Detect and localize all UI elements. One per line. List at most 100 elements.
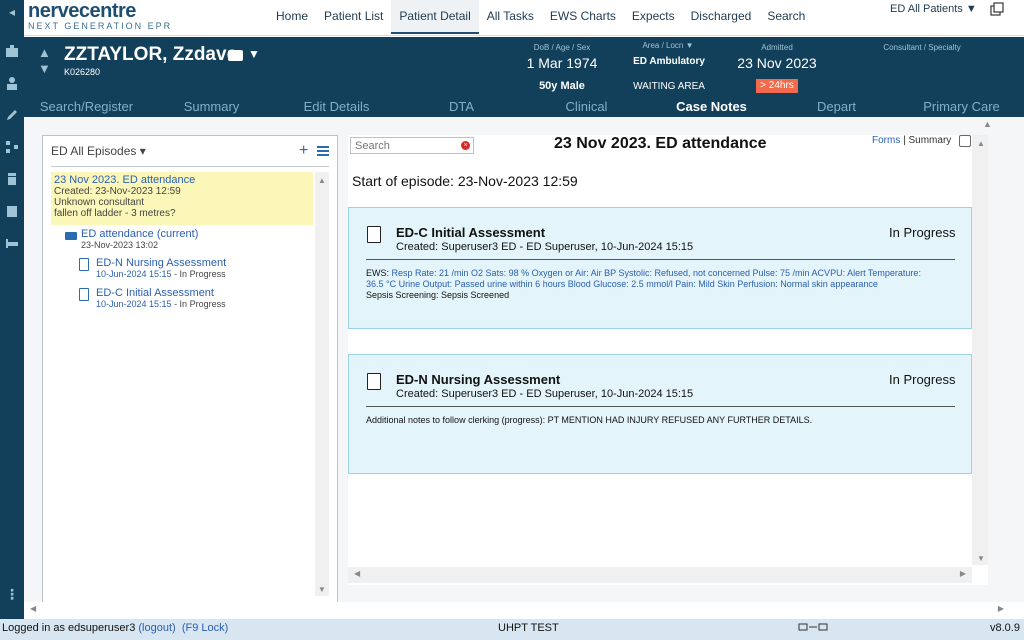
episodes-divider <box>51 166 329 167</box>
app-logo: nervecentre NEXT GENERATION EPR <box>28 0 173 31</box>
episode-created: Created: 23-Nov-2023 12:59 <box>54 186 181 197</box>
card-body: Additional notes to follow clerking (pro… <box>366 415 813 425</box>
clinician-icon[interactable] <box>4 76 20 92</box>
clear-search-icon[interactable]: × <box>461 141 470 150</box>
patient-menu-chevron-icon[interactable]: ▼ <box>248 47 260 61</box>
summary-link[interactable]: Summary <box>909 135 952 146</box>
logout-link[interactable]: (logout) <box>138 622 175 634</box>
area-value: ED Ambulatory <box>633 56 705 67</box>
scroll-right-icon[interactable]: ▶ <box>960 569 966 578</box>
environment-label: UHPT TEST <box>498 622 559 634</box>
print-icon[interactable] <box>959 135 971 147</box>
attendance-item[interactable]: ED attendance (current) 23-Nov-2023 13:0… <box>81 228 198 250</box>
status-bar: Logged in as edsuperuser3 (logout) (F9 L… <box>0 619 1024 640</box>
tab-dta[interactable]: DTA <box>399 97 524 117</box>
ambulance-icon <box>65 232 77 240</box>
nav-patient-detail[interactable]: Patient Detail <box>391 0 479 34</box>
notes-search-input[interactable] <box>350 137 474 154</box>
ward-icon[interactable] <box>4 44 20 60</box>
scroll-right-icon[interactable]: ▶ <box>998 604 1004 613</box>
dob-value: 1 Mar 1974 <box>526 55 598 71</box>
popout-window-icon[interactable] <box>990 2 1004 16</box>
bed-icon[interactable] <box>4 236 20 252</box>
consultant-label: Consultant / Specialty <box>883 43 961 52</box>
tab-summary[interactable]: Summary <box>149 97 274 117</box>
clipboard-icon[interactable] <box>4 204 20 220</box>
page-horizontal-scrollbar[interactable]: ◀ ▶ <box>24 602 1024 618</box>
nav-all-tasks[interactable]: All Tasks <box>479 0 542 34</box>
nav-expects[interactable]: Expects <box>624 0 683 34</box>
note-card-nursing-assessment[interactable]: ED-N Nursing Assessment Created: Superus… <box>348 354 972 474</box>
lock-link[interactable]: (F9 Lock) <box>182 622 228 634</box>
location-value: WAITING AREA <box>633 81 705 92</box>
add-episode-icon[interactable]: + <box>299 143 308 159</box>
previous-patient-icon[interactable]: ▲ <box>38 45 52 61</box>
card-divider <box>366 406 955 407</box>
document-icon <box>79 258 89 271</box>
hamburger-menu-icon[interactable] <box>317 146 329 157</box>
form-item-initial[interactable]: ED-C Initial Assessment 10-Jun-2024 15:1… <box>96 287 226 309</box>
tab-search-register[interactable]: Search/Register <box>24 97 149 117</box>
document-icon <box>367 373 381 390</box>
episodes-scrollbar[interactable]: ▲ ▼ <box>315 172 329 596</box>
card-title: ED-C Initial Assessment <box>396 225 546 240</box>
network-status-icon <box>798 623 828 631</box>
document-icon <box>79 288 89 301</box>
tab-primary-care[interactable]: Primary Care <box>899 97 1024 117</box>
age-sex-value: 50y Male <box>539 80 585 92</box>
next-patient-icon[interactable]: ▼ <box>38 61 52 77</box>
version-label: v8.0.9 <box>990 622 1020 634</box>
card-created: Created: Superuser3 ED - ED Superuser, 1… <box>396 241 694 253</box>
selected-episode[interactable]: 23 Nov 2023. ED attendance Created: 23-N… <box>51 172 313 225</box>
view-toggle: Forms | Summary <box>872 135 952 146</box>
nav-discharged[interactable]: Discharged <box>683 0 760 34</box>
patient-list-selector[interactable]: ED All Patients ▼ <box>890 3 977 15</box>
main-content: ED All Episodes ▾ + 23 Nov 2023. ED atte… <box>24 117 1024 603</box>
card-status: In Progress <box>889 225 956 240</box>
episodes-filter[interactable]: ED All Episodes ▾ <box>51 144 146 158</box>
tab-edit-details[interactable]: Edit Details <box>274 97 399 117</box>
more-menu-icon[interactable]: ⋮ <box>4 586 20 602</box>
area-label[interactable]: Area / Locn ▼ <box>628 41 708 50</box>
card-created: Created: Superuser3 ED - ED Superuser, 1… <box>396 388 694 400</box>
pathway-icon[interactable] <box>4 140 20 156</box>
collapse-icon[interactable]: ◂ <box>4 4 20 20</box>
scroll-down-icon[interactable]: ▼ <box>318 585 326 594</box>
medication-icon[interactable] <box>4 172 20 188</box>
tab-case-notes[interactable]: Case Notes <box>649 97 774 117</box>
main-nav: Home Patient List Patient Detail All Tas… <box>268 0 813 34</box>
episode-complaint: fallen off ladder - 3 metres? <box>54 208 176 219</box>
nav-ews-charts[interactable]: EWS Charts <box>542 0 624 34</box>
nav-search[interactable]: Search <box>759 0 813 34</box>
forms-link[interactable]: Forms <box>872 135 900 146</box>
start-of-episode: Start of episode: 23-Nov-2023 12:59 <box>352 173 578 189</box>
patient-id: K026280 <box>64 67 101 77</box>
tab-clinical[interactable]: Clinical <box>524 97 649 117</box>
case-notes-panel: × 23 Nov 2023. ED attendance Forms | Sum… <box>348 135 988 585</box>
left-rail: ◂ ⋮ <box>0 0 24 620</box>
duration-badge: > 24hrs <box>756 79 798 93</box>
document-icon <box>367 226 381 243</box>
scroll-left-icon[interactable]: ◀ <box>30 604 36 613</box>
form-item-nursing[interactable]: ED-N Nursing Assessment 10-Jun-2024 15:1… <box>96 257 226 279</box>
tab-depart[interactable]: Depart <box>774 97 899 117</box>
scroll-up-icon[interactable]: ▲ <box>983 119 992 129</box>
patient-name[interactable]: ZZTAYLOR, Zzdave <box>64 44 237 66</box>
card-body: EWS: Resp Rate: 21 /min O2 Sats: 98 % Ox… <box>366 268 921 300</box>
admitted-value: 23 Nov 2023 <box>737 55 817 71</box>
page-vertical-scrollbar[interactable]: ▲ <box>977 117 997 602</box>
scroll-left-icon[interactable]: ◀ <box>354 569 360 578</box>
dob-label: DoB / Age / Sex <box>533 43 591 52</box>
nav-patient-list[interactable]: Patient List <box>316 0 391 34</box>
pen-icon[interactable] <box>4 108 20 124</box>
notes-horizontal-scrollbar[interactable]: ◀ ▶ <box>348 567 972 583</box>
scroll-up-icon[interactable]: ▲ <box>318 176 326 185</box>
card-status: In Progress <box>889 372 956 387</box>
note-card-initial-assessment[interactable]: ED-C Initial Assessment Created: Superus… <box>348 207 972 329</box>
patient-tabs: Search/Register Summary Edit Details DTA… <box>24 97 1024 117</box>
notes-title: 23 Nov 2023. ED attendance <box>554 135 767 152</box>
episode-title[interactable]: 23 Nov 2023. ED attendance <box>54 174 310 186</box>
patient-banner: ▲ ▼ ZZTAYLOR, Zzdave ▼ K026280 DoB / Age… <box>24 37 1024 97</box>
id-card-icon[interactable] <box>228 50 243 61</box>
nav-home[interactable]: Home <box>268 0 316 34</box>
